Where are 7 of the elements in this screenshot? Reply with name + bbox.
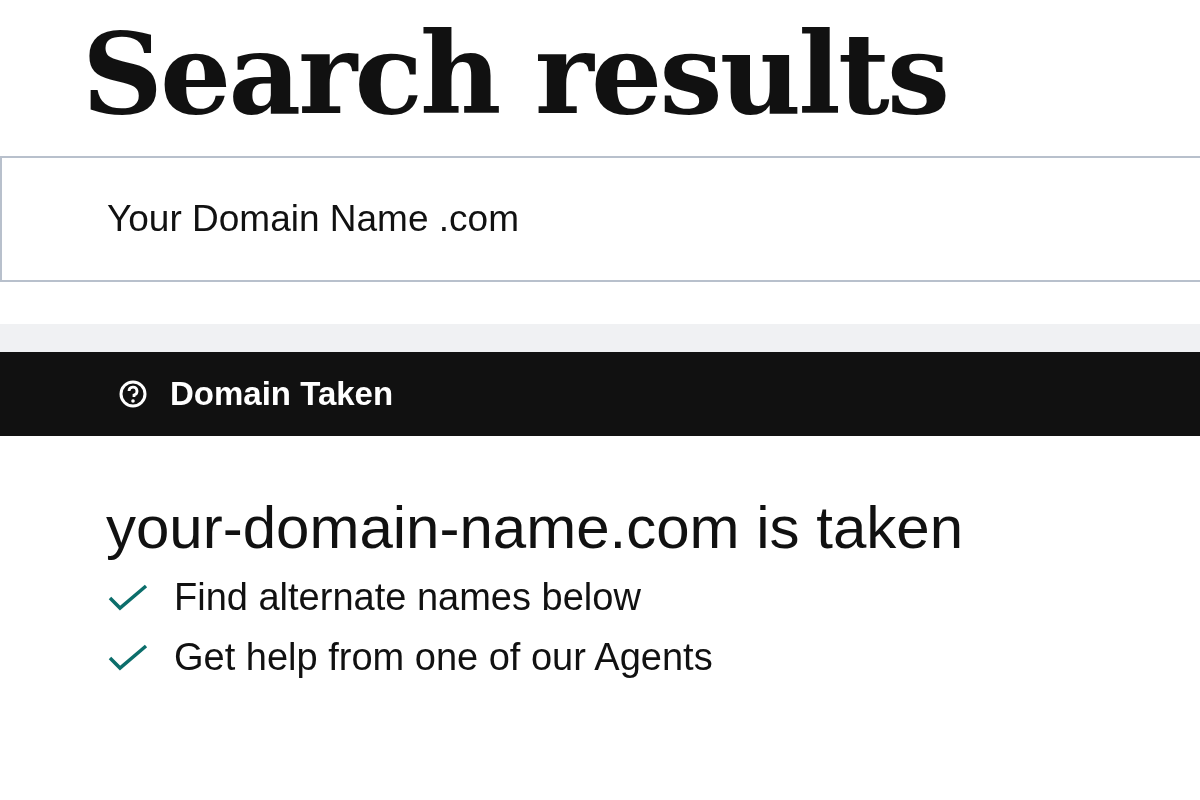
help-icon [118, 379, 148, 409]
result-item: Find alternate names below [174, 578, 641, 616]
result-item: Get help from one of our Agents [174, 638, 713, 676]
result-heading: your-domain-name.com is taken [106, 498, 964, 558]
page-title: Search results [82, 18, 948, 130]
search-field[interactable]: Your Domain Name .com [0, 156, 1200, 282]
banner-label: Domain Taken [170, 374, 394, 415]
